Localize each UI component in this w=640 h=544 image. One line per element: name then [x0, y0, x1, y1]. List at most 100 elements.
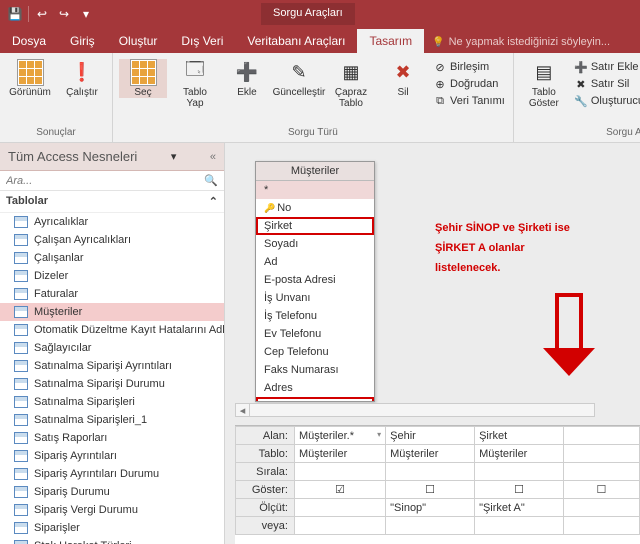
nav-item[interactable]: Siparişler [0, 519, 224, 537]
show-checkbox[interactable]: ☐ [475, 481, 564, 499]
grid-cell[interactable] [294, 517, 385, 535]
grid-cell[interactable] [386, 463, 475, 481]
nav-item[interactable]: Sipariş Ayrıntıları [0, 447, 224, 465]
delete-rows-button[interactable]: ✖Satır Sil [572, 76, 640, 92]
field-item[interactable]: Soyadı [256, 235, 374, 253]
delete-query-button[interactable]: ✖Sil [379, 59, 427, 98]
tab-file[interactable]: Dosya [0, 29, 58, 53]
tab-database-tools[interactable]: Veritabanı Araçları [235, 29, 357, 53]
grid-cell[interactable]: Müşteriler.*▾ [294, 427, 385, 445]
field-item[interactable]: Cep Telefonu [256, 343, 374, 361]
field-item-highlight[interactable]: Şirket [256, 217, 374, 235]
grid-cell[interactable] [294, 499, 385, 517]
nav-item[interactable]: Stok Hareket Türleri [0, 537, 224, 544]
nav-item[interactable]: Sipariş Durumu [0, 483, 224, 501]
nav-item[interactable]: Ayrıcalıklar [0, 213, 224, 231]
grid-cell[interactable] [563, 427, 639, 445]
update-button[interactable]: ✎Güncelleştir [275, 59, 323, 98]
grid-cell[interactable] [563, 517, 639, 535]
nav-item[interactable]: Çalışanlar [0, 249, 224, 267]
table-icon [14, 396, 28, 408]
undo-icon[interactable]: ↩ [33, 5, 51, 23]
grid-row-field: Alan: Müşteriler.*▾ Şehir Şirket [236, 427, 640, 445]
nav-item-selected[interactable]: Müşteriler [0, 303, 224, 321]
field-item[interactable]: E-posta Adresi [256, 271, 374, 289]
nav-item[interactable]: Sağlayıcılar [0, 339, 224, 357]
field-item-highlight[interactable]: Şehir [256, 397, 374, 401]
grid-cell[interactable] [386, 517, 475, 535]
grid-row-show: Göster: ☑ ☐ ☐ ☐ [236, 481, 640, 499]
tab-external-data[interactable]: Dış Veri [169, 29, 235, 53]
redo-icon[interactable]: ↪ [55, 5, 73, 23]
make-table-button[interactable]: 🗔Tablo Yap [171, 59, 219, 109]
field-item[interactable]: Faks Numarası [256, 361, 374, 379]
grid-cell[interactable]: Müşteriler [294, 445, 385, 463]
save-icon[interactable]: 💾 [6, 5, 24, 23]
nav-item[interactable]: Faturalar [0, 285, 224, 303]
view-button[interactable]: Görünüm [6, 59, 54, 98]
show-checkbox[interactable]: ☑ [294, 481, 385, 499]
table-icon [14, 270, 28, 282]
field-item[interactable]: Adres [256, 379, 374, 397]
grid-cell[interactable] [475, 463, 564, 481]
grid-cell[interactable]: Şirket [475, 427, 564, 445]
grid-cell[interactable] [475, 517, 564, 535]
show-checkbox[interactable]: ☐ [563, 481, 639, 499]
data-def-button[interactable]: ⧉Veri Tanımı [431, 93, 507, 109]
tab-design[interactable]: Tasarım [357, 29, 424, 53]
grid-cell[interactable]: "Sinop" [386, 499, 475, 517]
customize-qat-icon[interactable]: ▾ [77, 5, 95, 23]
nav-item[interactable]: Dizeler [0, 267, 224, 285]
nav-item[interactable]: Otomatik Düzeltme Kayıt Hatalarını Adl..… [0, 321, 224, 339]
dropdown-icon[interactable]: ▾ [171, 150, 177, 163]
tab-home[interactable]: Giriş [58, 29, 107, 53]
builder-button[interactable]: 🔧Oluşturucu [572, 93, 640, 109]
scroll-left-icon[interactable]: ◂ [236, 404, 250, 416]
tell-me[interactable]: Ne yapmak istediğinizi söyleyin... [424, 31, 618, 53]
select-query-button[interactable]: Seç [119, 59, 167, 98]
grid-cell[interactable]: Müşteriler [475, 445, 564, 463]
grid-cell[interactable]: "Şirket A" [475, 499, 564, 517]
run-button[interactable]: ❗Çalıştır [58, 59, 106, 98]
nav-category-tables[interactable]: Tablolar⌃ [0, 191, 224, 213]
crosstab-button[interactable]: ▦Çapraz Tablo [327, 59, 375, 109]
nav-item[interactable]: Satınalma Siparişleri_1 [0, 411, 224, 429]
union-button[interactable]: ⊘Birleşim [431, 59, 507, 75]
nav-item[interactable]: Sipariş Ayrıntıları Durumu [0, 465, 224, 483]
search-input[interactable] [6, 175, 204, 187]
grid-cell[interactable]: Müşteriler [386, 445, 475, 463]
passthrough-button[interactable]: ⊕Doğrudan [431, 76, 507, 92]
search-icon[interactable]: 🔍 [204, 174, 218, 187]
nav-item[interactable]: Satınalma Siparişi Ayrıntıları [0, 357, 224, 375]
grid-cell[interactable] [294, 463, 385, 481]
nav-item[interactable]: Sipariş Vergi Durumu [0, 501, 224, 519]
nav-item[interactable]: Satınalma Siparişi Durumu [0, 375, 224, 393]
dropdown-icon[interactable]: ▾ [377, 430, 381, 439]
insert-rows-button[interactable]: ➕Satır Ekle [572, 59, 640, 75]
field-item[interactable]: Ev Telefonu [256, 325, 374, 343]
table-field-list[interactable]: Müşteriler * No Şirket Soyadı Ad E-posta… [255, 161, 375, 402]
nav-item[interactable]: Çalışan Ayrıcalıkları [0, 231, 224, 249]
field-item[interactable]: İş Telefonu [256, 307, 374, 325]
nav-item[interactable]: Satış Raporları [0, 429, 224, 447]
collapse-icon[interactable]: « [210, 151, 216, 163]
field-item[interactable]: İş Unvanı [256, 289, 374, 307]
grid-cell[interactable] [563, 445, 639, 463]
ribbon-tabs: Dosya Giriş Oluştur Dış Veri Veritabanı … [0, 28, 640, 53]
field-item-all[interactable]: * [256, 181, 374, 199]
ribbon-group-query-type: Seç 🗔Tablo Yap ➕Ekle ✎Güncelleştir ▦Çapr… [113, 53, 514, 142]
query-design-surface[interactable]: Müşteriler * No Şirket Soyadı Ad E-posta… [225, 143, 640, 544]
append-button[interactable]: ➕Ekle [223, 59, 271, 98]
horizontal-scrollbar[interactable]: ◂ [235, 403, 595, 417]
annotation-arrow-icon [555, 293, 595, 376]
show-checkbox[interactable]: ☐ [386, 481, 475, 499]
field-item[interactable]: No [256, 199, 374, 217]
show-table-button[interactable]: ▤Tablo Göster [520, 59, 568, 109]
grid-cell[interactable] [563, 499, 639, 517]
grid-cell[interactable] [563, 463, 639, 481]
nav-item[interactable]: Satınalma Siparişleri [0, 393, 224, 411]
grid-cell[interactable]: Şehir [386, 427, 475, 445]
field-item[interactable]: Ad [256, 253, 374, 271]
nav-header[interactable]: Tüm Access Nesneleri ▾ « [0, 143, 224, 171]
tab-create[interactable]: Oluştur [107, 29, 170, 53]
